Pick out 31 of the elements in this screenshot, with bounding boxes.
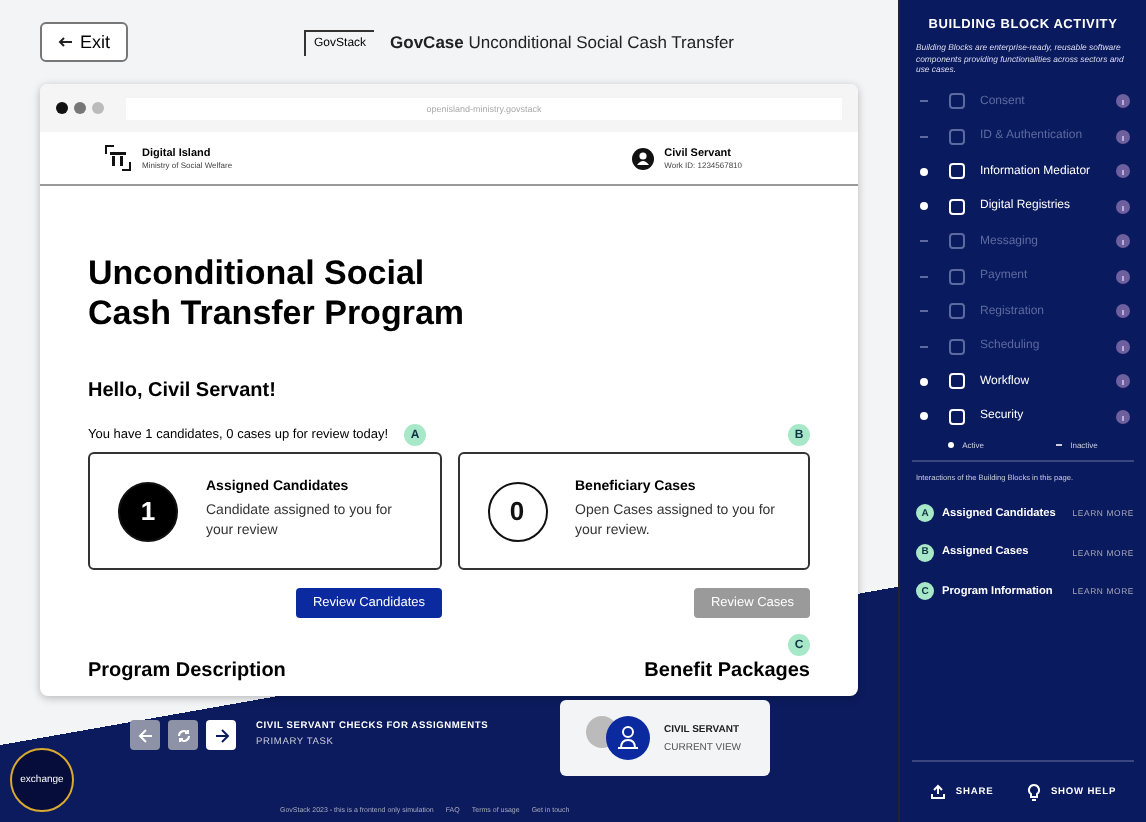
section-heading: Benefit Packages <box>644 660 810 683</box>
info-icon[interactable] <box>1116 94 1130 109</box>
info-icon[interactable] <box>1116 269 1130 284</box>
info-icon[interactable] <box>1116 234 1130 249</box>
next-button[interactable] <box>206 720 236 750</box>
info-icon[interactable] <box>1116 164 1130 179</box>
lightbulb-icon <box>1028 783 1041 801</box>
arrow-left-icon <box>58 36 72 48</box>
info-icon[interactable] <box>1116 129 1130 144</box>
user-avatar-icon <box>632 147 655 169</box>
page-title: Unconditional Social Cash Transfer Program <box>88 254 467 333</box>
restart-button[interactable] <box>168 720 198 750</box>
arrow-left-icon <box>137 727 153 743</box>
pillar-logo-icon <box>104 144 132 172</box>
refresh-icon <box>175 727 191 743</box>
share-icon <box>929 784 946 800</box>
info-icon[interactable] <box>1116 374 1130 389</box>
info-icon[interactable] <box>1116 199 1130 214</box>
exit-button[interactable]: Exit <box>40 22 129 62</box>
info-icon[interactable] <box>1116 304 1130 319</box>
arrow-right-icon <box>213 727 229 743</box>
info-icon[interactable] <box>1116 409 1130 424</box>
back-button[interactable] <box>130 720 160 750</box>
section-heading: Program Description <box>88 660 286 683</box>
info-icon[interactable] <box>1116 339 1130 354</box>
greeting: Hello, Civil Servant! <box>88 380 278 403</box>
count-circle: 0 <box>487 481 547 542</box>
window-controls-icon <box>56 102 108 114</box>
user-avatars-icon <box>584 714 652 762</box>
count-circle: 1 <box>118 481 178 542</box>
app-title: GovCase Unconditional Social Cash Transfer <box>390 32 735 52</box>
